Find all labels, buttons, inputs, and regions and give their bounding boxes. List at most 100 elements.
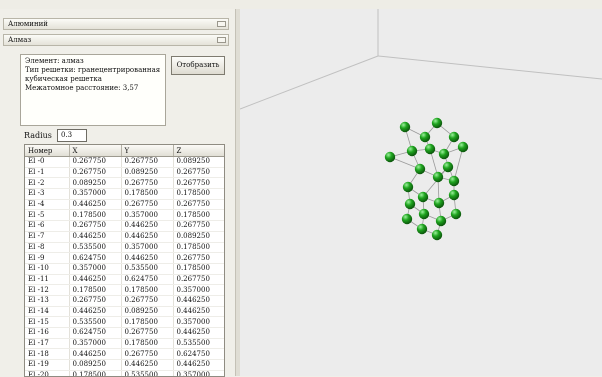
table-row[interactable]: El -15 0.535500 0.178500 0.357000 — [25, 316, 224, 328]
atom-sphere[interactable] — [433, 197, 445, 209]
cell-x: 0.267750 — [69, 220, 122, 232]
cell-x: 0.089250 — [69, 359, 122, 371]
table-header-row: Номер X Y Z — [25, 145, 224, 157]
radius-label: Radius — [24, 131, 52, 140]
radius-input[interactable]: 0.3 — [57, 129, 87, 142]
table-row[interactable]: El -12 0.178500 0.178500 0.357000 — [25, 284, 224, 296]
atom-sphere[interactable] — [414, 163, 426, 175]
cell-y: 0.267750 — [121, 348, 174, 361]
cell-x: 0.446250 — [69, 348, 122, 361]
cell-number: El -15 — [25, 316, 70, 328]
cell-z: 0.267750 — [173, 177, 224, 190]
cell-x: 0.178500 — [69, 209, 122, 222]
atom-sphere[interactable] — [404, 198, 416, 210]
table-row[interactable]: El -6 0.267750 0.446250 0.267750 — [25, 220, 224, 232]
section-header-aluminium-label: Алюминий — [8, 20, 48, 28]
cell-z: 0.446250 — [173, 327, 224, 339]
table-row[interactable]: El -7 0.446250 0.446250 0.089250 — [25, 231, 224, 243]
table-row[interactable]: El -17 0.357000 0.178500 0.535500 — [25, 338, 224, 350]
cell-y: 0.446250 — [121, 252, 174, 264]
cell-x: 0.446250 — [69, 306, 122, 318]
cell-z: 0.535500 — [173, 338, 224, 350]
collapse-icon[interactable] — [217, 37, 226, 43]
3d-viewport[interactable] — [240, 9, 602, 376]
cell-x: 0.357000 — [69, 263, 122, 275]
atom-sphere[interactable] — [424, 143, 436, 155]
table-row[interactable]: El -5 0.178500 0.357000 0.178500 — [25, 209, 224, 222]
cell-x: 0.267750 — [69, 156, 122, 168]
column-header-number[interactable]: Номер — [25, 145, 70, 157]
cell-z: 0.178500 — [173, 188, 224, 200]
section-header-aluminium[interactable]: Алюминий — [3, 18, 229, 30]
bond — [422, 166, 449, 198]
atom-sphere[interactable] — [438, 148, 450, 160]
cell-z: 0.267750 — [173, 274, 224, 286]
atom-sphere[interactable] — [384, 151, 396, 163]
cell-number: El -11 — [25, 274, 70, 286]
cell-y: 0.267750 — [121, 199, 174, 211]
atom-sphere[interactable] — [435, 215, 447, 227]
column-header-x[interactable]: X — [69, 145, 122, 157]
atom-sphere[interactable] — [457, 141, 469, 153]
cell-number: El -14 — [25, 306, 70, 318]
cell-x: 0.535500 — [69, 242, 122, 254]
atom-sphere[interactable] — [401, 213, 413, 225]
cell-number: El -18 — [25, 348, 70, 361]
cell-y: 0.446250 — [121, 231, 174, 243]
cell-z: 0.624750 — [173, 348, 224, 361]
element-info-box: Элемент: алмаз Тип решетки: гранецентрир… — [20, 54, 166, 126]
table-row[interactable]: El -4 0.446250 0.267750 0.267750 — [25, 199, 224, 211]
table-row[interactable]: El -19 0.089250 0.446250 0.446250 — [25, 359, 224, 371]
cell-x: 0.535500 — [69, 316, 122, 328]
table-row[interactable]: El -2 0.089250 0.267750 0.267750 — [25, 177, 224, 190]
table-row[interactable]: El -9 0.624750 0.446250 0.267750 — [25, 252, 224, 264]
table-row[interactable]: El -8 0.535500 0.357000 0.178500 — [25, 242, 224, 254]
atom-sphere[interactable] — [442, 161, 454, 173]
cell-x: 0.446250 — [69, 199, 122, 211]
atom-sphere[interactable] — [450, 208, 462, 220]
atom-sphere[interactable] — [431, 229, 443, 241]
cell-number: El -1 — [25, 167, 70, 179]
column-header-y[interactable]: Y — [121, 145, 174, 157]
cell-number: El -4 — [25, 199, 70, 211]
table-row[interactable]: El -10 0.357000 0.535500 0.178500 — [25, 263, 224, 275]
cell-x: 0.357000 — [69, 338, 122, 350]
atom-table[interactable]: Номер X Y Z El -0 0.267750 0.267750 0.08925… — [24, 144, 225, 377]
table-row[interactable]: El -14 0.446250 0.089250 0.446250 — [25, 306, 224, 318]
cell-x: 0.446250 — [69, 274, 122, 286]
atom-sphere[interactable] — [431, 117, 443, 129]
show-button[interactable]: Отобразить — [171, 56, 225, 75]
collapse-icon[interactable] — [217, 21, 226, 27]
scene-canvas[interactable] — [240, 9, 602, 376]
atom-sphere[interactable] — [419, 131, 431, 143]
table-row[interactable]: El -0 0.267750 0.267750 0.089250 — [25, 156, 224, 168]
column-header-z[interactable]: Z — [173, 145, 224, 157]
table-row[interactable]: El -1 0.267750 0.089250 0.267750 — [25, 167, 224, 179]
cell-y: 0.178500 — [121, 188, 174, 200]
atom-sphere[interactable] — [417, 191, 429, 203]
section-header-diamond[interactable]: Алмаз — [3, 34, 229, 46]
table-row[interactable]: El -3 0.357000 0.178500 0.178500 — [25, 188, 224, 200]
table-row[interactable]: El -18 0.446250 0.267750 0.624750 — [25, 348, 224, 361]
atom-sphere[interactable] — [406, 145, 418, 157]
table-row[interactable]: El -16 0.624750 0.267750 0.446250 — [25, 327, 224, 339]
table-row[interactable]: El -13 0.267750 0.267750 0.446250 — [25, 295, 224, 307]
atom-sphere[interactable] — [448, 131, 460, 143]
atom-sphere[interactable] — [399, 121, 411, 133]
atom-sphere[interactable] — [448, 189, 460, 201]
cell-y: 0.357000 — [121, 209, 174, 222]
room-edge-left — [240, 55, 379, 110]
cell-z: 0.089250 — [173, 156, 224, 168]
atom-sphere[interactable] — [432, 171, 444, 183]
atom-sphere[interactable] — [402, 181, 414, 193]
cell-x: 0.267750 — [69, 167, 122, 179]
cell-y: 0.535500 — [121, 263, 174, 275]
atom-sphere[interactable] — [416, 223, 428, 235]
cell-x: 0.267750 — [69, 295, 122, 307]
atom-sphere[interactable] — [448, 175, 460, 187]
cell-number: El -0 — [25, 156, 70, 168]
title-bar — [0, 0, 602, 9]
cell-number: El -5 — [25, 209, 70, 222]
atom-sphere[interactable] — [418, 208, 430, 220]
table-row[interactable]: El -11 0.446250 0.624750 0.267750 — [25, 274, 224, 286]
